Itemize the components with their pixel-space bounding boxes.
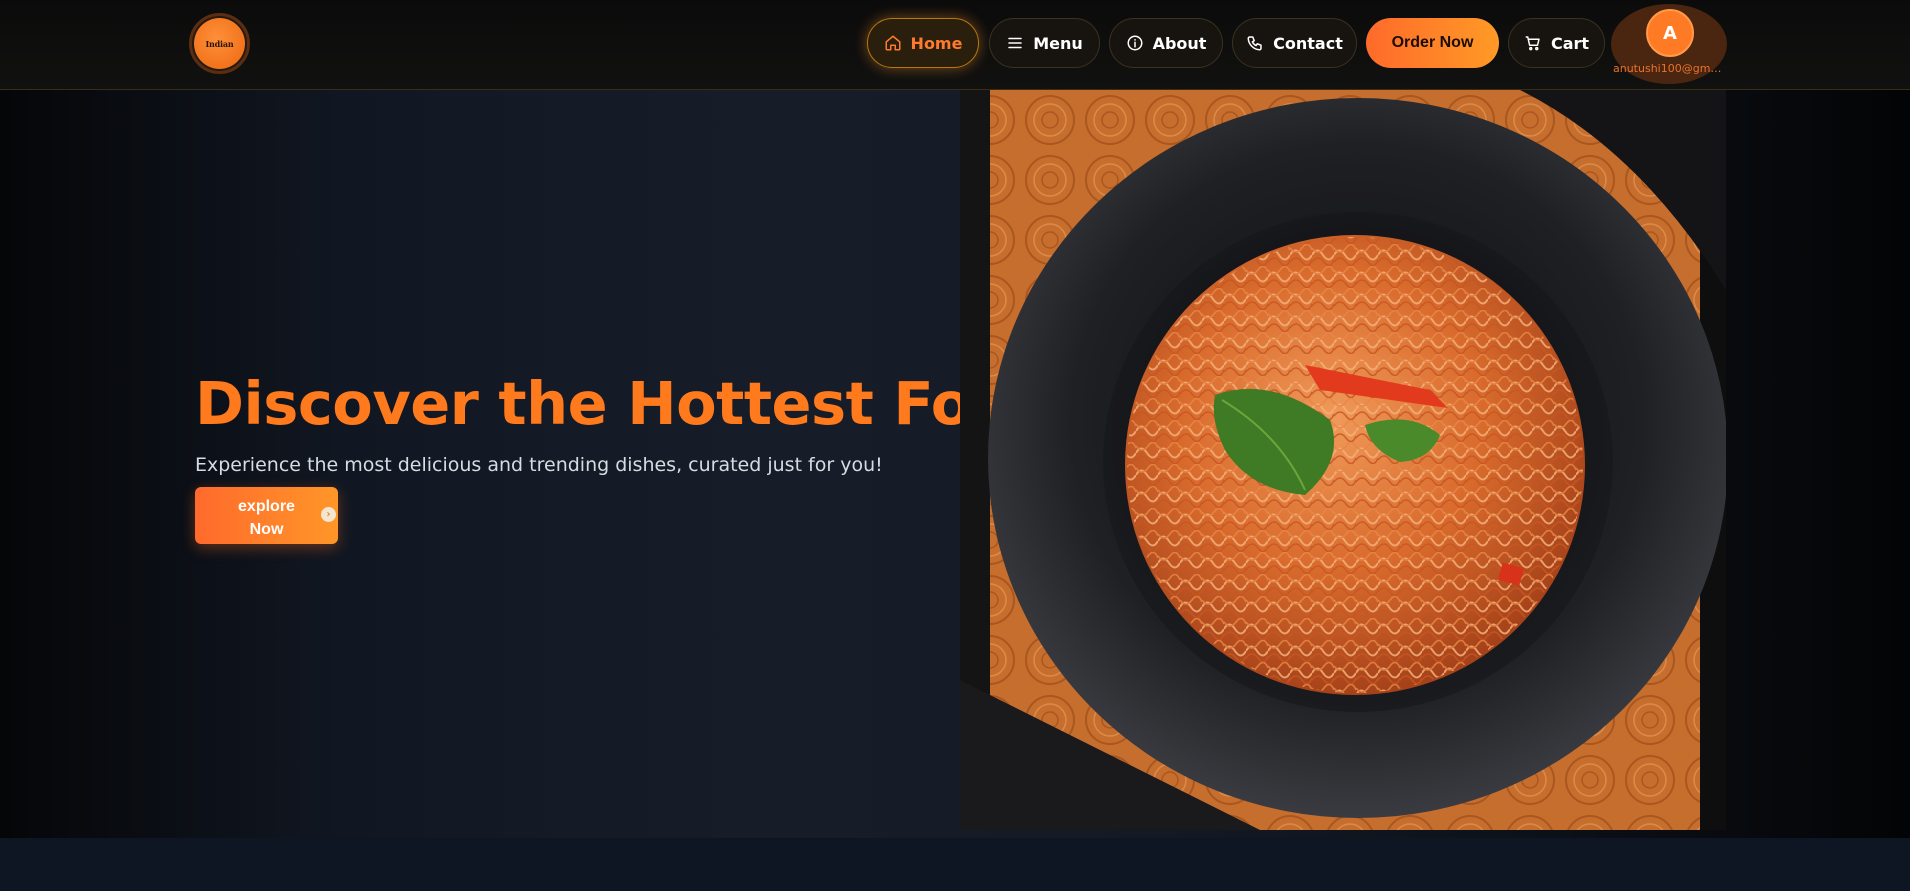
top-navbar: Indian Home Menu About Contact Order Now… [0, 0, 1910, 90]
hero-food-image [960, 90, 1726, 830]
explore-now-button[interactable]: explore Now [195, 487, 338, 544]
avatar[interactable]: A [1646, 9, 1694, 57]
next-section-strip [0, 838, 1910, 891]
nav-about-label: About [1152, 33, 1207, 53]
brand-logo-text: Indian [194, 18, 245, 69]
hero-title: Discover the Hottest Food [195, 369, 1053, 438]
nav-menu[interactable]: Menu [989, 18, 1100, 68]
info-icon [1127, 35, 1143, 51]
cart-label: Cart [1550, 33, 1590, 53]
nav-menu-label: Menu [1033, 33, 1083, 53]
explore-label-line1: explore [238, 498, 295, 515]
arrow-right-icon: › [321, 507, 336, 522]
hero-subtitle: Experience the most delicious and trendi… [195, 454, 883, 476]
cart-button[interactable]: Cart [1508, 18, 1605, 68]
cart-icon [1525, 36, 1540, 51]
phone-icon [1247, 36, 1262, 51]
home-icon [885, 35, 901, 51]
nav-contact[interactable]: Contact [1232, 18, 1357, 68]
brand-logo[interactable]: Indian [189, 13, 250, 74]
menu-icon [1008, 37, 1022, 49]
user-email: anutushi100@gmail.com [1613, 62, 1727, 75]
order-now-button[interactable]: Order Now [1366, 18, 1499, 68]
explore-label-line2: Now [249, 521, 284, 538]
nav-home-label: Home [910, 33, 963, 53]
nav-about[interactable]: About [1109, 18, 1223, 68]
nav-contact-label: Contact [1273, 33, 1343, 53]
nav-home[interactable]: Home [867, 18, 979, 68]
